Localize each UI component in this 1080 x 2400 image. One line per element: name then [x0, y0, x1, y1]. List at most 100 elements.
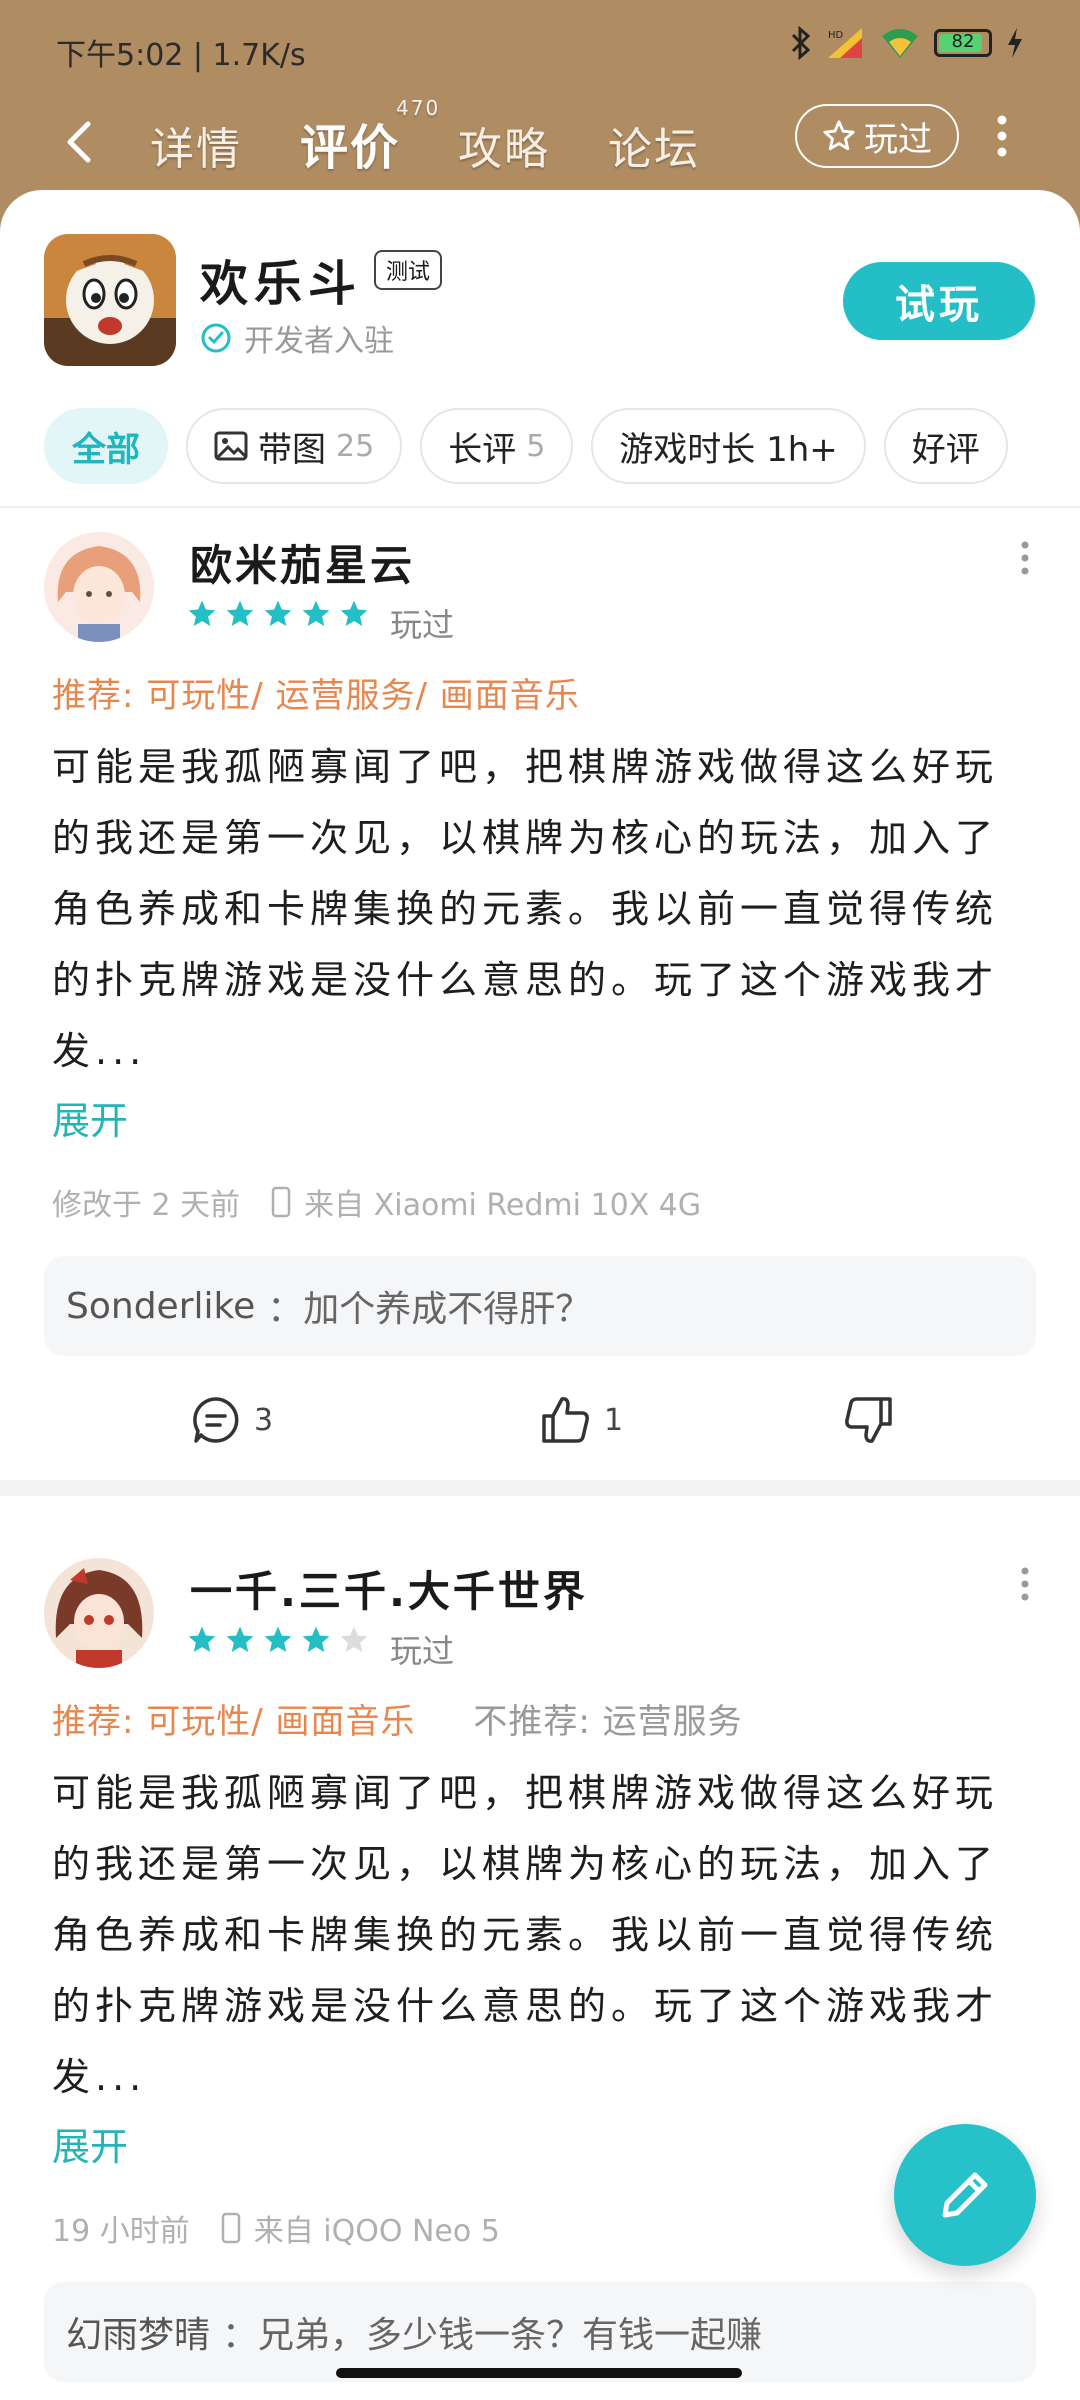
filter-with-images-count: 25: [336, 428, 375, 464]
bluetooth-icon: [791, 26, 811, 60]
like-count: 1: [604, 1402, 624, 1438]
star-empty-icon: [340, 1626, 368, 1652]
comment-icon: [193, 1397, 239, 1443]
filter-all[interactable]: 全部: [44, 408, 168, 484]
battery-level: 82: [951, 31, 975, 52]
star-filled-icon: [188, 600, 216, 626]
star-filled-icon: [302, 1626, 330, 1652]
recommend-tags: 推荐: 可玩性/ 运营服务/ 画面音乐: [52, 668, 580, 717]
write-review-button[interactable]: [894, 2124, 1036, 2266]
star-outline-icon: [823, 120, 855, 151]
test-badge: 测试: [374, 250, 443, 290]
tab-reviews[interactable]: 评价 470: [300, 96, 438, 178]
dislike-button[interactable]: [842, 1394, 894, 1446]
developer-verified-label: 开发者入驻: [244, 324, 394, 359]
star-filled-icon: [340, 600, 368, 626]
check-circle-icon: [201, 323, 231, 353]
star-filled-icon: [264, 600, 292, 626]
thumbs-down-icon: [845, 1397, 892, 1443]
star-filled-icon: [302, 600, 330, 626]
tab-reviews-label: 评价: [300, 120, 401, 176]
home-indicator[interactable]: [336, 2368, 742, 2378]
review-page: 欢乐斗 测试 开发者入驻 试玩 全部 带图 25 长评 5 游戏时长 1h+ 好…: [0, 190, 1080, 2400]
more-vertical-icon[interactable]: [1020, 1566, 1030, 1602]
comment-button[interactable]: 3: [190, 1394, 273, 1446]
username[interactable]: 欧米茄星云: [190, 532, 415, 593]
filter-all-label: 全部: [72, 429, 140, 470]
filter-long-review-count: 5: [526, 428, 546, 464]
star-rating: [186, 1624, 370, 1656]
review-actions: 3 1: [0, 1390, 1080, 1460]
reply-user: Sonderlike: [66, 1285, 256, 1327]
star-filled-icon: [264, 1626, 292, 1652]
top-nav: 详情 评价 470 攻略 论坛 玩过: [0, 96, 1080, 190]
thumbs-up-icon: [542, 1397, 589, 1443]
played-label: 玩过: [390, 1632, 455, 1670]
filter-with-images-label: 带图: [258, 429, 326, 470]
recommend-text: 推荐: 可玩性/ 运营服务/ 画面音乐: [52, 676, 580, 716]
more-vertical-icon[interactable]: [1020, 540, 1030, 576]
reply-preview[interactable]: Sonderlike ：加个养成不得肝？: [44, 1256, 1036, 1356]
game-name: 欢乐斗: [200, 256, 363, 312]
filter-long-review[interactable]: 长评 5: [420, 408, 574, 484]
more-vertical-icon[interactable]: [995, 114, 1009, 158]
filter-playtime[interactable]: 游戏时长 1h+: [591, 408, 866, 484]
not-recommend-text: 不推荐: 运营服务: [473, 1702, 743, 1742]
status-icons: HD 82: [790, 26, 1024, 60]
reply-user: 幻雨梦晴: [66, 2315, 211, 2356]
battery-icon: 82: [934, 29, 992, 57]
recommend-text: 推荐: 可玩性/ 画面音乐: [52, 1702, 416, 1742]
image-icon: [214, 431, 248, 461]
filter-long-review-label: 长评: [448, 429, 517, 470]
expand-link[interactable]: 展开: [52, 1090, 128, 1145]
filter-positive[interactable]: 好评: [883, 408, 1008, 484]
try-play-button[interactable]: 试玩: [843, 262, 1035, 340]
comment-count: 3: [254, 1402, 274, 1438]
signal-icon: HD: [828, 28, 862, 58]
svg-text:HD: HD: [828, 30, 844, 41]
star-filled-icon: [226, 600, 254, 626]
username[interactable]: 一千.三千.大千世界: [190, 1558, 588, 1619]
recommend-tags: 推荐: 可玩性/ 画面音乐 不推荐: 运营服务: [52, 1694, 743, 1743]
developer-verified: 开发者入驻: [200, 316, 394, 360]
star-filled-icon: [188, 1626, 216, 1652]
review-time: 修改于 2 天前: [52, 1188, 241, 1223]
star-rating: [186, 598, 370, 630]
review-content[interactable]: 可能是我孤陋寡闻了吧，把棋牌游戏做得这么好玩的我还是第一次见，以棋牌为核心的玩法…: [52, 732, 1032, 1087]
review-device: 来自 iQOO Neo 5: [253, 2214, 500, 2249]
filter-positive-label: 好评: [911, 429, 980, 470]
review-meta: 19 小时前 来自 iQOO Neo 5: [52, 2206, 500, 2250]
divider: [0, 506, 1080, 508]
status-bar: 下午5:02 | 1.7K/s HD 82: [0, 0, 1080, 100]
review-count: 470: [396, 96, 441, 120]
filter-with-images[interactable]: 带图 25: [186, 408, 403, 484]
played-button[interactable]: 玩过: [795, 104, 959, 168]
tab-forum[interactable]: 论坛: [608, 113, 700, 177]
filter-chips: 全部 带图 25 长评 5 游戏时长 1h+ 好评: [44, 408, 1008, 484]
star-filled-icon: [226, 1626, 254, 1652]
like-button[interactable]: 1: [540, 1394, 623, 1446]
review-content[interactable]: 可能是我孤陋寡闻了吧，把棋牌游戏做得这么好玩的我还是第一次见，以棋牌为核心的玩法…: [52, 1758, 1032, 2113]
phone-icon: [271, 1186, 291, 1218]
played-button-label: 玩过: [864, 119, 932, 160]
game-icon: [44, 234, 176, 366]
filter-playtime-label: 游戏时长 1h+: [619, 429, 838, 470]
avatar[interactable]: [44, 532, 154, 642]
tab-guides[interactable]: 攻略: [458, 113, 550, 177]
review-meta: 修改于 2 天前 来自 Xiaomi Redmi 10X 4G: [52, 1180, 701, 1224]
reply-text: ：兄弟，多少钱一条？有钱一起赚: [222, 2315, 763, 2356]
wifi-icon: [882, 29, 918, 58]
status-time: 下午5:02 | 1.7K/s: [56, 38, 306, 73]
review-time: 19 小时前: [52, 2214, 190, 2249]
avatar[interactable]: [44, 1558, 154, 1668]
reply-preview[interactable]: 幻雨梦晴 ：兄弟，多少钱一条？有钱一起赚: [44, 2282, 1036, 2382]
played-label: 玩过: [390, 606, 455, 644]
tab-details[interactable]: 详情: [150, 113, 242, 177]
review-device: 来自 Xiaomi Redmi 10X 4G: [304, 1188, 702, 1223]
expand-link[interactable]: 展开: [52, 2116, 128, 2171]
pencil-icon: [942, 2172, 988, 2218]
phone-icon: [221, 2212, 240, 2244]
reply-text: ：加个养成不得肝？: [267, 1289, 592, 1330]
back-arrow-icon[interactable]: [58, 112, 102, 172]
charging-icon: [1008, 28, 1022, 58]
